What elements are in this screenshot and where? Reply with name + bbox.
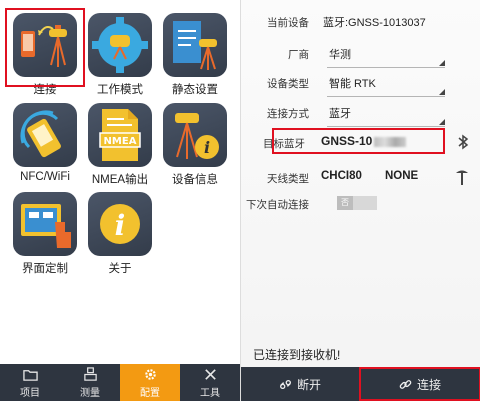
ui-customize-icon (13, 192, 77, 256)
select-underline (327, 96, 445, 97)
tab-project[interactable]: 项目 (0, 364, 60, 401)
menu-tile-nfc-wifi[interactable]: NFC/WiFi (13, 103, 77, 183)
dropdown-arrow-icon[interactable] (439, 60, 445, 66)
device-type-select[interactable]: 智能 RTK (329, 75, 376, 91)
tools-icon (204, 368, 216, 380)
antenna-type-label: 天线类型 (267, 173, 309, 185)
work-mode-gear-icon (88, 13, 152, 77)
device-info-icon: i (163, 103, 227, 167)
antenna-type-row[interactable]: 天线类型 CHCI80 NONE (241, 164, 480, 192)
nmea-output-icon: NMEA (88, 103, 152, 167)
about-info-icon: i (88, 192, 152, 256)
menu-tile-nmea-output[interactable]: NMEA NMEA输出 (88, 103, 152, 187)
menu-tile-ui-customize[interactable]: 界面定制 (13, 192, 77, 276)
disconnect-label: 断开 (296, 377, 321, 392)
toggle-knob: 否 (337, 196, 353, 210)
connection-method-row[interactable]: 连接方式 蓝牙 (241, 99, 480, 127)
device-type-row[interactable]: 设备类型 智能 RTK (241, 69, 480, 97)
config-menu-panel: 连接 工作模式 静态设置 NFC/WiFi NMEA NMEA输出 i 设备信息… (0, 0, 240, 401)
dropdown-arrow-icon[interactable] (439, 89, 445, 95)
manufacturer-label: 厂商 (288, 49, 309, 61)
static-settings-icon (163, 13, 227, 77)
tab-tools[interactable]: 工具 (180, 364, 240, 401)
dropdown-arrow-icon[interactable] (439, 119, 445, 125)
manufacturer-select[interactable]: 华测 (329, 46, 351, 62)
connect-label: 连接 (416, 377, 441, 392)
current-device-row: 当前设备 蓝牙:GNSS-1013037 (241, 8, 480, 36)
menu-tile-device-info[interactable]: i 设备信息 (163, 103, 227, 187)
menu-tile-label: NMEA输出 (91, 174, 149, 186)
connection-method-select[interactable]: 蓝牙 (329, 105, 351, 121)
gear-icon (144, 368, 156, 380)
menu-tile-work-mode[interactable]: 工作模式 (88, 13, 152, 97)
tab-label: 工具 (200, 387, 220, 399)
menu-tile-about[interactable]: i 关于 (88, 192, 152, 276)
antenna-mode[interactable]: NONE (385, 170, 418, 182)
current-device-value: 蓝牙:GNSS-1013037 (323, 17, 426, 29)
target-bluetooth-highlight (272, 128, 445, 154)
tab-survey[interactable]: 测量 (60, 364, 120, 401)
menu-tile-label: 界面定制 (22, 263, 68, 275)
broken-link-icon (280, 379, 291, 389)
svg-text:NMEA: NMEA (104, 136, 137, 147)
tab-config[interactable]: 配置 (120, 364, 180, 401)
select-underline (327, 126, 445, 127)
action-button-bar: 断开 连接 (241, 367, 480, 401)
device-type-label: 设备类型 (267, 78, 309, 90)
antenna-model[interactable]: CHCI80 (321, 170, 362, 182)
selection-highlight (5, 8, 85, 87)
connection-panel: 当前设备 蓝牙:GNSS-1013037 厂商 华测 设备类型 智能 RTK 连… (240, 0, 480, 401)
connect-button[interactable]: 连接 (359, 367, 480, 401)
connection-method-label: 连接方式 (267, 108, 309, 120)
menu-tile-label: 工作模式 (97, 84, 143, 96)
menu-tile-static-settings[interactable]: 静态设置 (163, 13, 227, 97)
folder-icon (22, 369, 38, 381)
tab-label: 测量 (80, 387, 100, 399)
nfc-wifi-icon (13, 103, 77, 167)
survey-icon (83, 366, 97, 381)
menu-tile-label: 静态设置 (172, 84, 218, 96)
tab-label: 配置 (140, 387, 160, 399)
menu-tile-label: 关于 (108, 263, 132, 275)
connection-status-text: 已连接到接收机! (253, 348, 341, 362)
manufacturer-row[interactable]: 厂商 华测 (241, 40, 480, 68)
antenna-icon[interactable] (455, 168, 469, 186)
bluetooth-icon[interactable] (457, 134, 469, 150)
auto-connect-label: 下次自动连接 (246, 199, 309, 211)
select-underline (327, 67, 445, 68)
menu-tile-label: 设备信息 (172, 174, 218, 186)
svg-text:i: i (115, 209, 126, 242)
current-device-label: 当前设备 (267, 17, 309, 29)
tab-label: 项目 (20, 387, 40, 399)
menu-tile-label: NFC/WiFi (20, 171, 70, 183)
disconnect-button[interactable]: 断开 (241, 367, 359, 401)
svg-text:i: i (204, 138, 210, 157)
auto-connect-toggle[interactable]: 否 (337, 196, 377, 210)
bottom-tab-bar: 项目 测量 配置 工具 (0, 364, 240, 401)
link-icon (399, 379, 412, 389)
